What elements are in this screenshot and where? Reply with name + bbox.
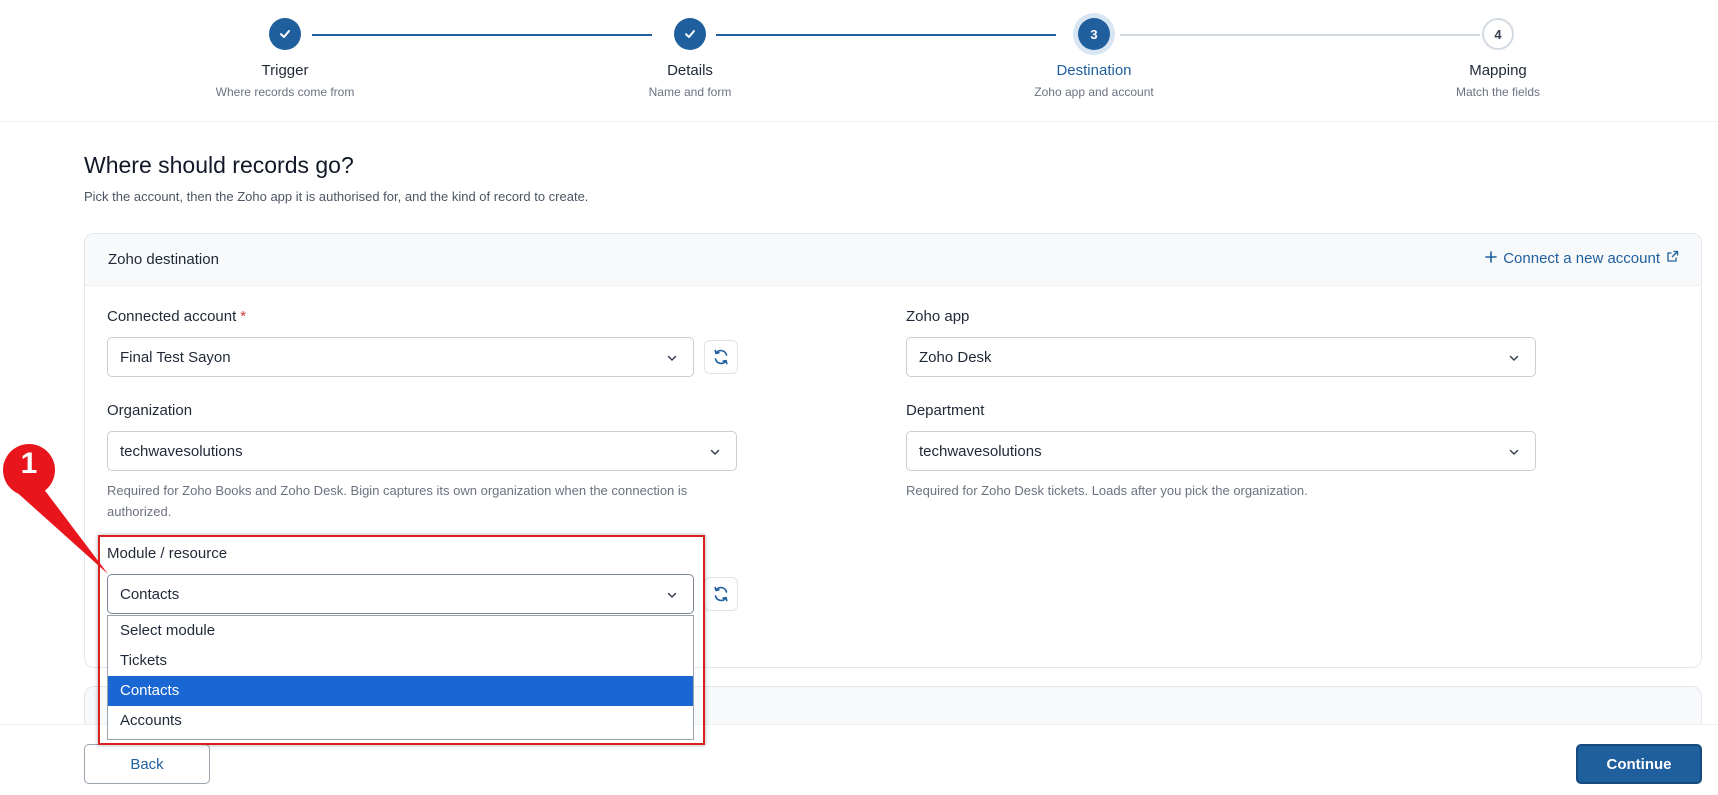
destination-step-page: Trigger Where records come from Details … xyxy=(0,0,1718,795)
connected-account-value: Final Test Sayon xyxy=(120,348,231,366)
zoho-app-select[interactable]: Zoho Desk xyxy=(906,337,1536,377)
step-title: Mapping xyxy=(1469,62,1527,79)
step-destination[interactable]: 3 Destination Zoho app and account xyxy=(974,18,1214,99)
step-title: Details xyxy=(667,62,713,79)
chevron-down-icon xyxy=(667,355,677,362)
step-number: 4 xyxy=(1482,18,1514,50)
back-button[interactable]: Back xyxy=(84,744,210,784)
step-details[interactable]: Details Name and form xyxy=(570,18,810,99)
external-link-icon xyxy=(1666,250,1679,267)
refresh-icon xyxy=(714,586,728,602)
step-number: 3 xyxy=(1078,18,1110,50)
chevron-down-icon xyxy=(667,592,677,599)
plus-icon xyxy=(1485,250,1498,267)
connected-account-label-text: Connected account xyxy=(107,308,237,325)
department-select[interactable]: techwavesolutions xyxy=(906,431,1536,471)
organization-help-text: Required for Zoho Books and Zoho Desk. B… xyxy=(107,483,688,519)
zoho-app-value: Zoho Desk xyxy=(919,348,992,366)
module-option[interactable]: Select module xyxy=(108,616,693,646)
chevron-down-icon xyxy=(1509,449,1519,456)
progress-stepper: Trigger Where records come from Details … xyxy=(0,0,1718,122)
card-title: Zoho destination xyxy=(108,251,219,268)
page-title: Where should records go? xyxy=(84,152,354,178)
organization-value: techwavesolutions xyxy=(120,442,243,460)
department-label: Department xyxy=(906,402,985,419)
refresh-modules-button[interactable] xyxy=(704,577,738,611)
department-value: techwavesolutions xyxy=(919,442,1042,460)
module-option[interactable]: Tickets xyxy=(108,646,693,676)
page-subtitle: Pick the account, then the Zoho app it i… xyxy=(84,189,589,204)
connect-link-label: Connect a new account xyxy=(1503,250,1660,267)
chevron-down-icon xyxy=(1509,355,1519,362)
required-mark: * xyxy=(240,308,247,325)
module-option[interactable]: Accounts xyxy=(108,706,693,736)
zoho-app-label: Zoho app xyxy=(906,308,970,325)
step-title: Trigger xyxy=(261,62,309,79)
module-dropdown-list: Select module Tickets Contacts Accounts xyxy=(107,615,694,740)
step-subtitle: Match the fields xyxy=(1455,85,1541,99)
card-header: Zoho destination Connect a new account xyxy=(85,234,1701,286)
step-title: Destination xyxy=(1056,62,1132,79)
annotation-number: 1 xyxy=(20,447,38,480)
connected-account-select[interactable]: Final Test Sayon xyxy=(107,337,694,377)
department-help-text: Required for Zoho Desk tickets. Loads af… xyxy=(906,483,1308,498)
check-icon xyxy=(674,18,706,50)
step-subtitle: Where records come from xyxy=(215,85,355,99)
check-icon xyxy=(269,18,301,50)
module-select[interactable]: Contacts xyxy=(107,574,694,614)
continue-button[interactable]: Continue xyxy=(1576,744,1702,784)
module-label: Module / resource xyxy=(107,545,228,562)
step-mapping[interactable]: 4 Mapping Match the fields xyxy=(1378,18,1618,99)
organization-select[interactable]: techwavesolutions xyxy=(107,431,737,471)
refresh-accounts-button[interactable] xyxy=(704,340,738,374)
organization-label: Organization xyxy=(107,402,193,419)
module-option-selected[interactable]: Contacts xyxy=(108,676,693,706)
connect-new-account-link[interactable]: Connect a new account xyxy=(1485,250,1679,267)
step-trigger[interactable]: Trigger Where records come from xyxy=(165,18,405,99)
refresh-icon xyxy=(714,349,728,365)
module-value: Contacts xyxy=(120,585,180,603)
chevron-down-icon xyxy=(710,449,720,456)
connected-account-label: Connected account * xyxy=(107,308,246,325)
step-subtitle: Name and form xyxy=(648,85,732,99)
step-subtitle: Zoho app and account xyxy=(1034,85,1154,99)
